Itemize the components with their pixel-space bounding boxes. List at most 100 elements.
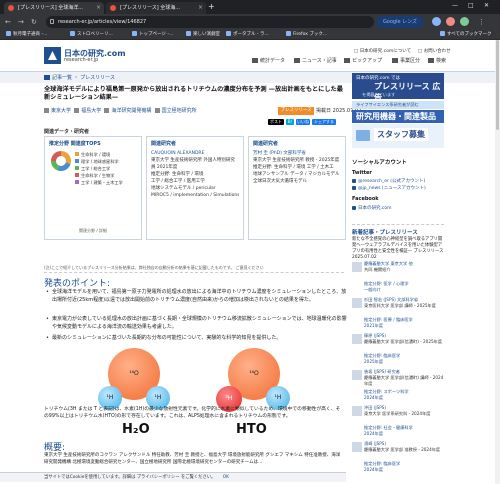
pickup-icon [344, 58, 350, 63]
contact-link[interactable]: □ お問い合わせ [418, 48, 451, 54]
legend-item[interactable]: 生命科学 / 生物学 [75, 172, 123, 179]
summary-text: 東京大学 生産技術研究所のコクワン アレクサンドル 特任助教、芳村 圭 教授と、… [44, 453, 341, 465]
nav-business[interactable]: 事業区分 [392, 57, 420, 64]
close-window-icon[interactable]: ✕ [484, 2, 489, 9]
legend-item[interactable]: 理学 / 地球惑星科学 [75, 158, 123, 165]
news-item[interactable]: 篠原 (JSPS) 慶應義塾大学 医学部(信濃町) - 2025年度 推定分野:… [352, 333, 444, 367]
bookmark-item[interactable]: ストロベリーリ... [70, 30, 113, 40]
tab-bar: [プレスリリース] 全球海洋... × [プレスリリース] 全球海... × +… [0, 0, 500, 14]
page-scrollbar[interactable] [495, 40, 500, 484]
extension-icon[interactable] [446, 17, 455, 26]
extension-icon[interactable] [432, 17, 441, 26]
institution-link[interactable]: 東京大学 [44, 108, 71, 114]
researcher-affiliation: 東京大学 生産技術研究所 教授 - 2025年度 [253, 158, 340, 163]
close-tab-icon[interactable]: × [198, 2, 203, 14]
more-link[interactable]: 関連分野 / 詳細 [45, 228, 141, 234]
thumbnail [352, 406, 362, 416]
bookmark-item[interactable]: Firefox ブック... [286, 30, 327, 40]
divider [44, 272, 344, 273]
close-tab-icon[interactable]: × [96, 2, 101, 14]
minimize-icon[interactable]: — [452, 2, 458, 9]
share-button[interactable]: シェアする [312, 119, 336, 125]
google-lens-label: Google レンズ [382, 19, 418, 25]
thumbnail [352, 442, 362, 452]
institution-link[interactable]: 国立極地研究所 [154, 108, 197, 114]
analysis-note: (注)ここで紹介しているプレスリリース分析結果は、弊社独自の自動分析の結果を基に… [44, 265, 264, 270]
legend-item[interactable]: 工学 / 建築・土木工学 [75, 179, 123, 186]
press-release-badge: プレスリリース [278, 107, 314, 115]
equipment-banner[interactable]: 研究用機器・関連製品 [352, 110, 444, 123]
thumbnail [352, 262, 362, 272]
figure-caption: トリチウム(3H または T と表記)は、水素(1H)の最少な放射性元素です。化… [44, 407, 341, 419]
twitter-link[interactable]: @jp_news (ニュースアカウント) [352, 185, 426, 191]
bookmark-item[interactable]: 楽しい演劇室 [186, 30, 220, 40]
profile-icon[interactable] [460, 17, 469, 26]
bookmark-item[interactable]: トップページ -... [132, 30, 173, 40]
share-x-button[interactable]: ポスト [268, 119, 284, 125]
about-link[interactable]: □ 日本の研究.comについて [354, 48, 411, 54]
researcher-name[interactable]: 芳村 圭 (PhD) 文部科学省 [253, 150, 341, 157]
news-item[interactable]: 沖田 (JSPS) 東京大学 医学系研究科 - 2024年度 推定分野: 社会・… [352, 405, 444, 439]
forward-icon[interactable]: → [18, 17, 24, 27]
news-icon [294, 58, 300, 63]
hatena-button[interactable]: B! [286, 119, 294, 125]
chart-icon [252, 58, 258, 63]
news-item[interactable]: 香坂 (JSPS) 研究者 慶應義塾大学 医学部(信濃町) 講師 - 2024年… [352, 369, 444, 403]
staff-banner[interactable]: スタッフ募集 [352, 124, 444, 148]
twitter-link[interactable]: @research_er (公式アカウント) [352, 178, 425, 184]
new-tab-button[interactable]: + [208, 2, 215, 12]
like-button[interactable]: いいね [296, 119, 310, 125]
tab-1[interactable]: [プレスリリース] 全球海洋... × [4, 2, 104, 14]
breadcrumb[interactable]: 記事一覧 ・ プレスリリース [44, 72, 115, 84]
field-legend: 生命科学 / 環境 理学 / 地球惑星科学 工学 / 総合工学 生命科学 / 生… [75, 151, 123, 186]
site-logo-sub: research-er.jp [64, 57, 99, 63]
card-title: 関連研究者 [253, 141, 279, 147]
institution-link[interactable]: 福島大学 [74, 108, 101, 114]
address-bar[interactable]: research-er.jp/articles/view/146827 [46, 16, 374, 28]
cookie-text: 当サイトではCookieを使用しています。詳細は プライバシーポリシー をご覧く… [44, 475, 216, 480]
cookie-ok-button[interactable]: OK [223, 473, 229, 483]
all-bookmarks[interactable]: すべてのブックマーク [440, 30, 492, 40]
nav-pickup[interactable]: ピックアップ [344, 57, 382, 64]
researcher-field: 推定分野: 生命科学 / 環境 [151, 172, 204, 177]
nav-search[interactable]: 検索 [428, 57, 446, 64]
field-card: 推定分野 関連度TOPS 生命科学 / 環境 理学 / 地球惑星科学 工学 / … [44, 136, 142, 240]
thumbnail [352, 298, 362, 308]
tab-2[interactable]: [プレスリリース] 全球海... × [106, 2, 206, 14]
news-item[interactable]: 杉田 智宏 (JSPS) 文部科学省 東京医科大学 医学部 講師 - 2025年… [352, 297, 444, 331]
researcher-keywords: 地球システムモデル / pericular [151, 186, 216, 191]
url-text[interactable]: research-er.jp/articles/view/146827 [58, 16, 146, 28]
news-lead[interactable]: 新たな不全感覚の心神経型を調べ取るアプリ開発へ—ウェアラブルデバイスを用いた体験… [352, 237, 444, 261]
menu-icon[interactable]: ⋮ [478, 17, 485, 27]
monitor-icon [356, 130, 370, 141]
thumbnail [352, 334, 362, 344]
facebook-link[interactable]: 日本の研究.com [352, 205, 392, 211]
back-icon[interactable]: ← [5, 17, 11, 27]
legend-item[interactable]: 工学 / 総合工学 [75, 165, 123, 172]
related-section-label: 関連データ・研究者 [44, 129, 90, 135]
reload-icon[interactable]: ↻ [31, 17, 37, 27]
news-sidebar: 新着記事・プレスリリース 新たな不全感覚の心神経型を調べ取るアプリ開発へ—ウェア… [352, 224, 444, 480]
card-title: 推定分野 関連度TOPS [49, 141, 101, 147]
legend-item[interactable]: 生命科学 / 環境 [75, 151, 123, 158]
nav-stats[interactable]: 統計データ [252, 57, 285, 64]
researcher-keywords: MIROC5 / implementation / Simulations [151, 193, 239, 198]
home-icon [44, 75, 50, 80]
news-item[interactable]: 慶應義塾大学 東京大学 他 共同 機関紹介 推定分野: 医学 / 心理学 一般向… [352, 261, 444, 295]
researcher-name[interactable]: CAUQUOIN ALEXANDRE [151, 150, 239, 157]
favicon-icon [110, 5, 116, 11]
scrollbar-thumb[interactable] [496, 40, 499, 130]
press-ad-banner[interactable]: 日本の研究.com では プレスリリース 広告 を掲載しています [352, 73, 444, 102]
lifescience-banner[interactable]: ライフサイエンス系研究者が読む [352, 101, 444, 109]
tab-2-label: [プレスリリース] 全球海... [120, 5, 181, 11]
maximize-icon[interactable]: □ [468, 2, 474, 9]
nav-news[interactable]: ニュース・記事 [294, 57, 337, 64]
bookmark-item[interactable]: ポータブル - ラ... [226, 30, 269, 40]
institution-link[interactable]: 海洋研究開発機構 [104, 108, 151, 114]
news-item[interactable]: 濱崎 (JSPS) 慶應義塾大学 医学部 准教授 - 2024年度 推定分野: … [352, 441, 444, 475]
article-title: 全球海洋モデルにより福島第一原発から放出されるトリチウムの濃度分布を予測 —放出… [44, 86, 343, 101]
site-logo-icon[interactable] [44, 47, 61, 64]
bookmark-item[interactable]: 秋月電子通商 -... [6, 30, 47, 40]
field-donut-chart [51, 151, 71, 171]
google-lens-button[interactable]: Google レンズ [376, 16, 424, 28]
